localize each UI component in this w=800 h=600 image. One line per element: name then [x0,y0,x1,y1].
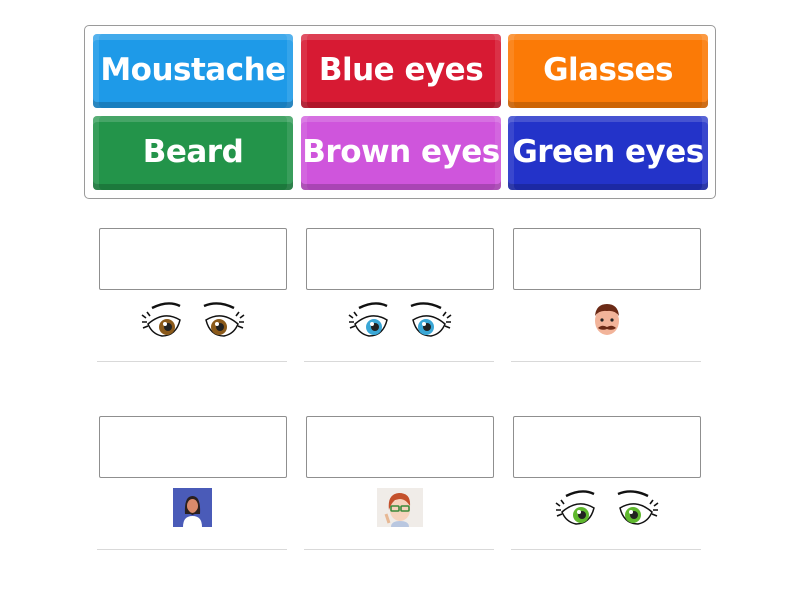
tile-moustache[interactable]: Moustache [93,34,293,108]
divider [97,549,287,550]
divider [304,549,494,550]
eye-icon [617,490,659,525]
eye-icon [203,302,245,337]
moustache-man-image [590,300,624,338]
word-bank: Moustache Blue eyes Glasses Beard Brown … [84,25,716,199]
drop-slot-3[interactable] [513,228,701,290]
eye-icon [555,490,595,525]
drop-slot-6[interactable] [513,416,701,478]
tile-blue-eyes[interactable]: Blue eyes [301,34,501,108]
drop-slot-1[interactable] [99,228,287,290]
divider [304,361,494,362]
drop-slot-4[interactable] [99,416,287,478]
tile-label: Moustache [100,52,286,88]
girl-with-glasses-image [377,488,423,527]
blue-eyes-image [347,298,453,342]
tile-label: Beard [142,134,244,170]
brown-eyes-image [140,298,246,342]
divider [511,549,701,550]
green-eyes-image [554,486,660,530]
eye-icon [141,302,181,337]
tile-glasses[interactable]: Glasses [508,34,708,108]
eye-icon [410,302,452,337]
tile-label: Brown eyes [302,134,500,170]
tile-beard[interactable]: Beard [93,116,293,190]
tile-label: Glasses [543,52,673,88]
tile-brown-eyes[interactable]: Brown eyes [301,116,501,190]
eye-icon [348,302,388,337]
tile-label: Blue eyes [318,52,484,88]
tile-label: Green eyes [512,134,704,170]
drop-slot-5[interactable] [306,416,494,478]
divider [511,361,701,362]
divider [97,361,287,362]
drop-slot-2[interactable] [306,228,494,290]
tile-green-eyes[interactable]: Green eyes [508,116,708,190]
bearded-man-image [173,488,212,527]
